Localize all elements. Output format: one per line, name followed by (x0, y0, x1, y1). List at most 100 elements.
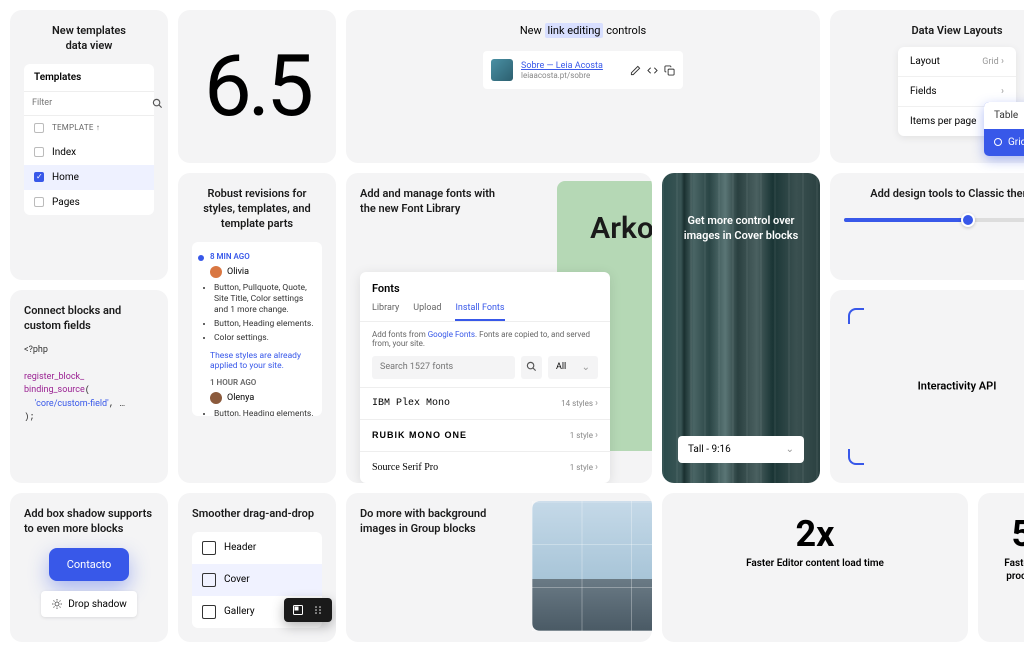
font-category-select[interactable]: All ⌄ (548, 356, 598, 379)
radio-icon (994, 138, 1002, 146)
card-title: Add and manage fonts with the new Font L… (360, 187, 510, 217)
font-row[interactable]: Source Serif Pro1 style › (360, 451, 610, 483)
template-row[interactable]: Index (24, 140, 154, 165)
contact-button[interactable]: Contacto (49, 548, 130, 581)
copy-icon[interactable] (664, 65, 675, 76)
aspect-select[interactable]: Tall - 9:16⌄ (678, 436, 804, 463)
editor-load-stat-card: 2x Faster Editor content load time (662, 493, 968, 642)
header-block-icon (202, 541, 216, 555)
revision-user: Olenya (227, 393, 254, 403)
revision-changes: Button, Heading elements. (214, 409, 314, 416)
row-checkbox[interactable] (34, 172, 44, 182)
submenu-option[interactable]: Grid (984, 129, 1024, 156)
background-images-card: Do more with background images in Group … (346, 493, 652, 642)
font-row[interactable]: RUBIK MONO ONE1 style › (360, 419, 610, 451)
drag-and-drop-card: Smoother drag-and-drop Header Cover Gall… (178, 493, 336, 642)
stat-number: 2x (676, 513, 954, 555)
row-checkbox[interactable] (34, 147, 44, 157)
revision-note: These styles are already applied to your… (210, 351, 314, 371)
shadow-icon (51, 598, 63, 610)
fonts-hint: Add fonts from Google Fonts. Fonts are c… (360, 322, 610, 356)
block-row[interactable]: Cover (192, 564, 322, 596)
submenu-option[interactable]: Table (984, 102, 1024, 129)
stat-label: Faster input processing (992, 557, 1024, 583)
link-title[interactable]: Sobre — Leia Acosta (521, 61, 622, 71)
card-title: Data View Layouts (844, 24, 1024, 39)
fonts-tabs: Library Upload Install Fonts (360, 295, 610, 322)
card-title: Add design tools to Classic themes (844, 187, 1024, 202)
templates-panel: Templates TEMPLATE ↑ Index Home Pages (24, 64, 154, 215)
link-thumbnail (491, 59, 513, 81)
menu-item-layout[interactable]: LayoutGrid › (898, 47, 1016, 77)
bg-image-preview (532, 501, 652, 631)
fonts-panel-title: Fonts (360, 272, 610, 295)
input-processing-stat-card: 5x Faster input processing (978, 493, 1024, 642)
timeline-dot-icon (198, 255, 204, 261)
google-fonts-link[interactable]: Google Fonts (428, 330, 475, 339)
version-number: 6.5 (192, 24, 322, 149)
select-all-checkbox[interactable] (34, 123, 44, 133)
card-title: Add box shadow supports to even more blo… (24, 507, 154, 537)
revision-changes: Button, Pullquote, Quote, Site Title, Co… (214, 283, 314, 344)
version-card: 6.5 (178, 10, 336, 163)
template-row[interactable]: Home (24, 165, 154, 190)
code-snippet: <?php register_block_ binding_source( 'c… (24, 344, 154, 425)
stat-number: 5x (992, 513, 1024, 555)
avatar (210, 266, 222, 278)
layout-submenu: Table Grid (984, 102, 1024, 156)
block-list: Header Cover Gallery (192, 532, 322, 628)
edit-icon[interactable] (630, 65, 641, 76)
drop-shadow-button[interactable]: Drop shadow (41, 591, 137, 617)
card-title: New link editing controls (360, 24, 806, 37)
row-checkbox[interactable] (34, 197, 44, 207)
cover-blocks-card: Get more control over images in Cover bl… (662, 173, 820, 483)
data-view-layouts-card: Data View Layouts LayoutGrid › Fields› I… (830, 10, 1024, 163)
gallery-block-icon (202, 605, 216, 619)
card-title: Interactivity API (844, 380, 1024, 393)
link-url: leiaacosta.pt/sobre (521, 71, 622, 80)
chevron-down-icon: ⌄ (786, 444, 794, 455)
link-editing-card: New link editing controls Sobre — Leia A… (346, 10, 820, 163)
slider[interactable] (844, 218, 1024, 222)
tab-library[interactable]: Library (372, 303, 399, 321)
revision-time: 1 HOUR AGO (210, 378, 314, 387)
tab-install-fonts[interactable]: Install Fonts (455, 303, 504, 321)
slider-thumb[interactable] (961, 213, 975, 227)
custom-fields-card: Connect blocks and custom fields <?php r… (10, 290, 168, 483)
templates-data-view-card: New templates data view Templates TEMPLA… (10, 10, 168, 280)
revisions-card: Robust revisions for styles, templates, … (178, 173, 336, 483)
card-title: Smoother drag-and-drop (192, 507, 322, 522)
font-library-card: Add and manage fonts with the new Font L… (346, 173, 652, 483)
card-title: Do more with background images in Group … (360, 507, 510, 537)
font-search-input[interactable] (372, 356, 515, 379)
interactivity-api-card: Interactivity API (830, 290, 1024, 483)
stat-label: Faster Editor content load time (676, 557, 954, 570)
box-shadow-card: Add box shadow supports to even more blo… (10, 493, 168, 642)
cover-block-icon (292, 604, 304, 616)
search-icon[interactable] (521, 356, 542, 379)
revision-time: 8 MIN AGO (210, 252, 314, 261)
corner-icon (848, 449, 864, 465)
drag-handle-icon[interactable] (312, 604, 324, 616)
cover-block-icon (202, 573, 216, 587)
design-tools-card: Add design tools to Classic themes (830, 173, 1024, 280)
search-icon[interactable] (152, 98, 163, 109)
tab-upload[interactable]: Upload (413, 303, 441, 321)
code-icon[interactable] (647, 65, 658, 76)
template-row[interactable]: Pages (24, 190, 154, 215)
card-title: Get more control over images in Cover bl… (662, 173, 820, 244)
card-title: Robust revisions for styles, templates, … (192, 187, 322, 232)
revisions-panel: 8 MIN AGO Olivia Button, Pullquote, Quot… (192, 242, 322, 416)
revision-user: Olivia (227, 267, 249, 277)
block-row[interactable]: Header (192, 532, 322, 564)
corner-icon (848, 308, 864, 324)
fonts-panel: Fonts Library Upload Install Fonts Add f… (360, 272, 610, 483)
column-header[interactable]: TEMPLATE ↑ (52, 123, 100, 132)
link-preview: Sobre — Leia Acosta leiaacosta.pt/sobre (483, 51, 683, 89)
font-row[interactable]: IBM Plex Mono14 styles › (360, 387, 610, 419)
drag-preview[interactable] (284, 598, 332, 622)
card-title: New templates data view (24, 24, 154, 54)
panel-heading: Templates (24, 64, 154, 92)
filter-input[interactable] (32, 98, 146, 108)
avatar (210, 392, 222, 404)
